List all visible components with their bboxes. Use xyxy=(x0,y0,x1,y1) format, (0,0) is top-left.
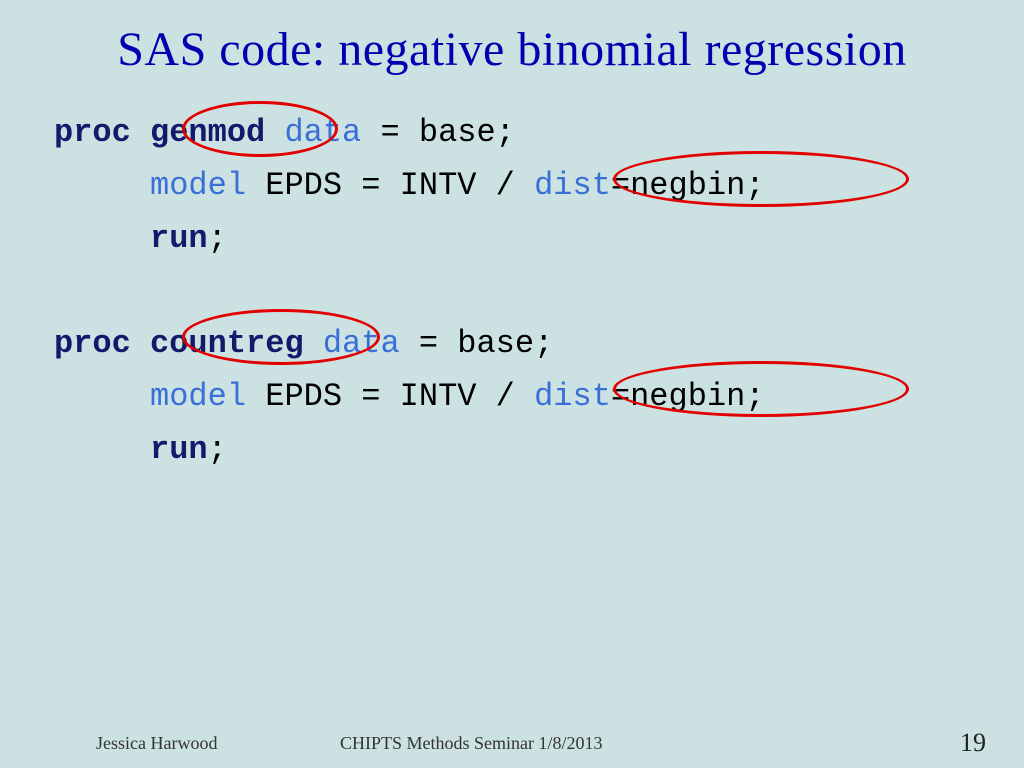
footer-author: Jessica Harwood xyxy=(96,733,217,754)
proc-name: countreg xyxy=(150,325,304,362)
footer-venue: CHIPTS Methods Seminar 1/8/2013 xyxy=(340,733,603,754)
keyword-proc: proc xyxy=(54,114,131,151)
keyword-run: run xyxy=(150,220,208,257)
code-line: model EPDS = INTV / dist=negbin; xyxy=(54,371,1024,424)
code-text: EPDS = INTV / xyxy=(246,167,534,204)
code-line: model EPDS = INTV / dist=negbin; xyxy=(54,160,1024,213)
keyword-model: model xyxy=(150,378,246,415)
blank-line xyxy=(54,266,1024,319)
code-line: run; xyxy=(54,424,1024,477)
code-text: = base; xyxy=(361,114,515,151)
slide: SAS code: negative binomial regression p… xyxy=(0,0,1024,768)
proc-name: genmod xyxy=(150,114,265,151)
keyword-dist: dist xyxy=(534,378,611,415)
keyword-dist: dist xyxy=(534,167,611,204)
keyword-proc: proc xyxy=(54,325,131,362)
keyword-run: run xyxy=(150,431,208,468)
code-text: EPDS = INTV / xyxy=(246,378,534,415)
code-text: ; xyxy=(208,431,227,468)
code-text: =negbin; xyxy=(611,167,765,204)
keyword-data: data xyxy=(323,325,400,362)
code-line: run; xyxy=(54,213,1024,266)
code-text: = base; xyxy=(400,325,554,362)
keyword-data: data xyxy=(284,114,361,151)
code-area: proc genmod data = base; model EPDS = IN… xyxy=(54,107,1024,477)
code-text: =negbin; xyxy=(611,378,765,415)
code-text: ; xyxy=(208,220,227,257)
page-number: 19 xyxy=(960,728,986,758)
code-line: proc countreg data = base; xyxy=(54,318,1024,371)
keyword-model: model xyxy=(150,167,246,204)
code-line: proc genmod data = base; xyxy=(54,107,1024,160)
slide-title: SAS code: negative binomial regression xyxy=(0,0,1024,77)
